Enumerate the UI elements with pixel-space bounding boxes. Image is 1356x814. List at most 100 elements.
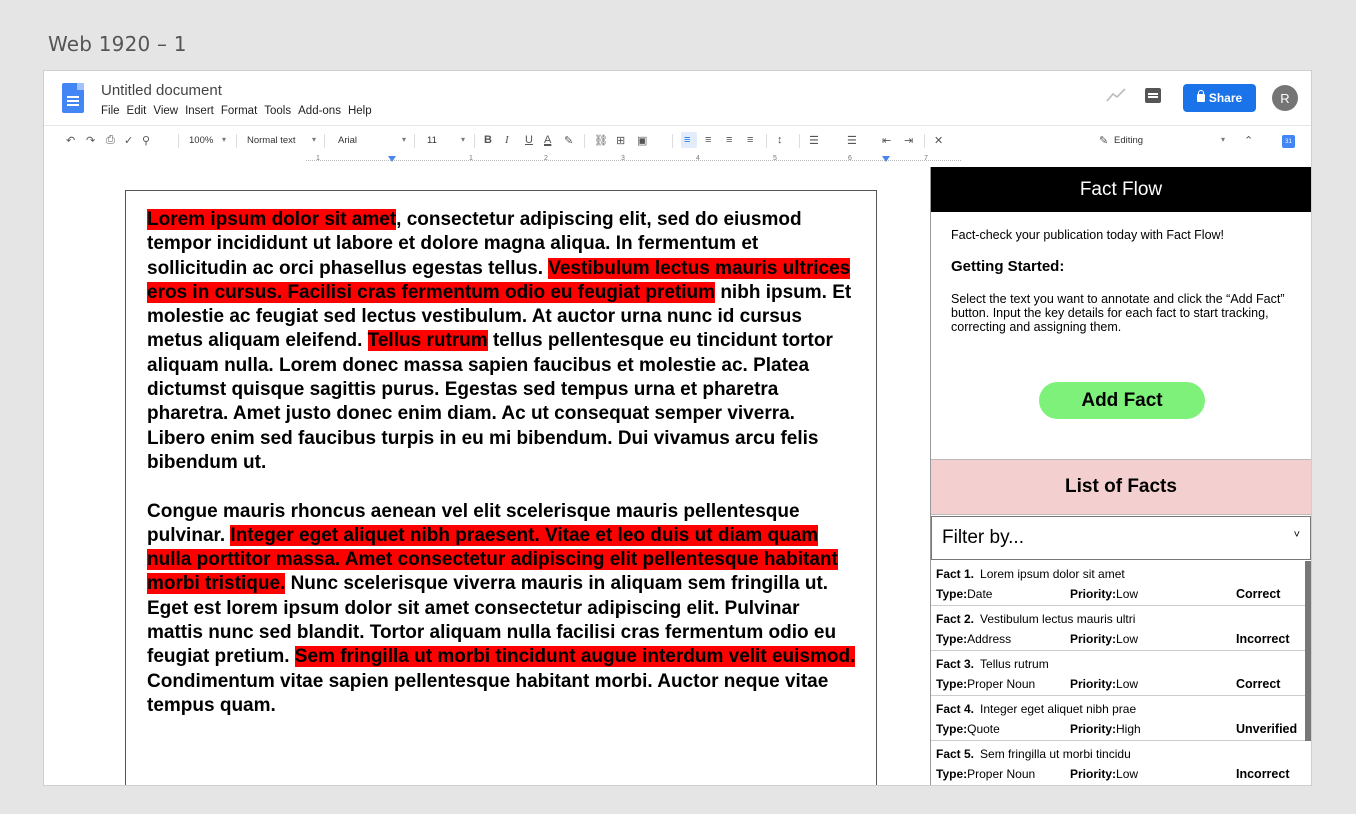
menu-file[interactable]: File <box>101 105 120 117</box>
list-of-facts-heading: List of Facts <box>931 459 1311 515</box>
menu-view[interactable]: View <box>153 105 178 117</box>
highlighted-fact[interactable]: Lorem ipsum dolor sit amet <box>147 209 397 230</box>
paragraph-2[interactable]: Congue mauris rhoncus aenean vel elit sc… <box>147 500 857 719</box>
fact-priority: Low <box>1116 587 1139 601</box>
fact-status: Correct <box>1236 677 1281 691</box>
fact-item[interactable]: Fact 4. Integer eget aliquet nibh prae Ty… <box>931 696 1311 741</box>
share-button[interactable]: Share <box>1183 84 1256 112</box>
decrease-indent-icon[interactable]: ⇤ <box>882 134 891 147</box>
lock-icon <box>1196 90 1205 102</box>
numbered-list-icon[interactable]: ☰ <box>809 134 819 147</box>
menu-bar: File Edit View Insert Format Tools Add-o… <box>101 105 372 117</box>
panel-intro: Fact-check your publication today with F… <box>931 212 1311 334</box>
align-justify-icon[interactable]: ≡ <box>747 134 753 146</box>
filter-select[interactable]: Filter by... ˅ <box>931 516 1311 560</box>
fact-status: Incorrect <box>1236 767 1290 781</box>
align-center-icon[interactable]: ≡ <box>705 134 711 146</box>
editing-mode-select[interactable]: Editing <box>1114 135 1143 146</box>
fact-item[interactable]: Fact 5. Sem fringilla ut morbi tincidu Ty… <box>931 741 1311 785</box>
indent-marker[interactable] <box>388 156 396 162</box>
link-icon[interactable]: ⛓ <box>594 134 608 147</box>
increase-indent-icon[interactable]: ⇥ <box>904 134 913 147</box>
filter-label: Filter by... <box>942 527 1024 548</box>
bulleted-list-icon[interactable]: ☰ <box>847 134 857 147</box>
document-body[interactable]: Lorem ipsum dolor sit amet, consectetur … <box>147 208 857 743</box>
fact-type: Proper Noun <box>967 767 1036 781</box>
highlighted-fact[interactable]: Sem fringilla ut morbi tincidunt augue i… <box>294 646 856 668</box>
paragraph-1[interactable]: Lorem ipsum dolor sit amet, consectetur … <box>147 208 857 475</box>
align-left-icon[interactable]: ≡ <box>684 134 690 146</box>
highlighted-fact[interactable]: Tellus rutrum <box>367 330 488 352</box>
redo-icon[interactable]: ↷ <box>86 134 95 147</box>
formatting-toolbar: ↶ ↷ ⎙ ✓ ⚲ 100% ▾ Normal text ▾ Arial ▾ 1… <box>44 125 1311 155</box>
body-text: tellus pellentesque eu tincidunt tortor … <box>147 330 833 473</box>
menu-help[interactable]: Help <box>348 105 372 117</box>
zoom-select[interactable]: 100% <box>189 135 213 146</box>
calendar-icon[interactable]: 31 <box>1282 135 1295 148</box>
fact-item[interactable]: Fact 2. Vestibulum lectus mauris ultri Ty… <box>931 606 1311 651</box>
docs-header: Untitled document File Edit View Insert … <box>44 71 1311 125</box>
underline-icon[interactable]: U <box>525 134 533 146</box>
frame-label: Web 1920 – 1 <box>48 32 187 56</box>
clear-formatting-icon[interactable]: ✕ <box>934 134 943 147</box>
document-page[interactable]: Lorem ipsum dolor sit amet, consectetur … <box>125 190 877 785</box>
fact-type: Quote <box>967 722 1000 736</box>
chevron-down-icon: ˅ <box>1293 529 1300 541</box>
comment-icon[interactable] <box>1145 88 1161 103</box>
highlight-color-icon[interactable]: ✎ <box>564 134 573 147</box>
menu-format[interactable]: Format <box>221 105 257 117</box>
fact-item[interactable]: Fact 3. Tellus rutrum Type:Proper Noun Pr… <box>931 651 1311 696</box>
chevron-down-icon: ▾ <box>461 135 466 144</box>
fact-item[interactable]: Fact 1. Lorem ipsum dolor sit amet Type:D… <box>931 561 1311 606</box>
fact-flow-panel: Fact Flow Fact-check your publication to… <box>930 167 1311 785</box>
fact-status: Correct <box>1236 587 1281 601</box>
paint-format-icon[interactable]: ⚲ <box>142 134 150 147</box>
fact-type: Date <box>967 587 993 601</box>
facts-list: Fact 1. Lorem ipsum dolor sit amet Type:D… <box>931 561 1311 785</box>
menu-tools[interactable]: Tools <box>264 105 291 117</box>
align-right-icon[interactable]: ≡ <box>726 134 732 146</box>
spellcheck-icon[interactable]: ✓ <box>124 134 133 147</box>
trend-icon[interactable] <box>1106 88 1126 102</box>
docs-logo-icon[interactable] <box>62 83 84 113</box>
chevron-down-icon: ▾ <box>312 135 317 144</box>
document-canvas: Lorem ipsum dolor sit amet, consectetur … <box>44 167 930 785</box>
font-select[interactable]: Arial <box>338 135 357 146</box>
style-select[interactable]: Normal text <box>247 135 296 146</box>
getting-started-heading: Getting Started: <box>951 258 1065 275</box>
instructions-text: Select the text you want to annotate and… <box>951 292 1285 334</box>
fact-status: Unverified <box>1236 722 1298 736</box>
bold-icon[interactable]: B <box>484 134 492 146</box>
add-comment-icon[interactable]: ⊞ <box>616 134 625 147</box>
pencil-icon: ✎ <box>1099 135 1109 147</box>
text-color-icon[interactable]: A <box>544 134 551 146</box>
intro-text: Fact-check your publication today with F… <box>951 228 1225 242</box>
fact-title: Sem fringilla ut morbi tincidu <box>980 747 1131 761</box>
fact-title: Lorem ipsum dolor sit amet <box>980 567 1125 581</box>
menu-edit[interactable]: Edit <box>127 105 147 117</box>
menu-addons[interactable]: Add-ons <box>298 105 341 117</box>
app-frame: Untitled document File Edit View Insert … <box>43 70 1312 786</box>
menu-insert[interactable]: Insert <box>185 105 214 117</box>
collapse-toolbar-icon[interactable]: ⌃ <box>1244 134 1253 147</box>
fact-type: Proper Noun <box>967 677 1036 691</box>
fact-priority: Low <box>1116 767 1139 781</box>
ruler: 1 1 2 3 4 5 6 7 <box>44 155 1311 167</box>
font-size-select[interactable]: 11 <box>427 135 437 146</box>
insert-image-icon[interactable]: ▣ <box>637 134 647 147</box>
add-fact-button[interactable]: Add Fact <box>1039 382 1205 419</box>
chevron-down-icon: ▾ <box>1221 135 1226 144</box>
body-text: Condimentum vitae sapien pellentesque ha… <box>147 670 829 716</box>
line-spacing-icon[interactable]: ↕ <box>777 134 783 146</box>
avatar[interactable]: R <box>1272 85 1298 111</box>
undo-icon[interactable]: ↶ <box>66 134 75 147</box>
facts-scrollbar[interactable] <box>1305 561 1311 741</box>
document-title[interactable]: Untitled document <box>101 82 222 99</box>
share-label: Share <box>1208 91 1243 105</box>
chevron-down-icon: ▾ <box>222 135 227 144</box>
right-indent-marker[interactable] <box>882 156 890 162</box>
fact-title: Tellus rutrum <box>980 657 1049 671</box>
print-icon[interactable]: ⎙ <box>106 134 115 147</box>
italic-icon[interactable]: I <box>505 134 509 146</box>
fact-priority: Low <box>1116 677 1139 691</box>
